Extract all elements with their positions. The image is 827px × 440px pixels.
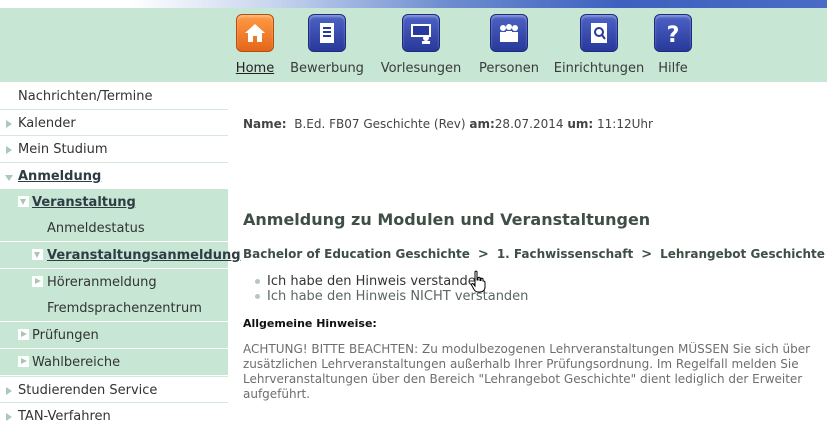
- expand-right-icon: [18, 329, 29, 340]
- time-value: 11:12Uhr: [597, 117, 653, 131]
- sidebar-item-nachrichten[interactable]: Nachrichten/Termine: [0, 83, 228, 109]
- sidebar-item-label[interactable]: Veranstaltung: [32, 195, 136, 210]
- sidebar-item-label[interactable]: Anmeldung: [18, 169, 101, 184]
- banner-graphic: [130, 0, 827, 8]
- sidebar-item-label[interactable]: Veranstaltungsanmeldung: [47, 248, 241, 263]
- triangle-right-icon: [6, 387, 12, 395]
- hinweise-heading: Allgemeine Hinweise:: [243, 317, 377, 330]
- sidebar-item-wahlbereiche[interactable]: Wahlbereiche: [0, 349, 228, 375]
- building-search-icon[interactable]: [580, 14, 618, 52]
- sidebar-item-label[interactable]: Nachrichten/Termine: [18, 89, 153, 104]
- sidebar-item-studierenden-service[interactable]: Studierenden Service: [0, 376, 228, 402]
- sidebar-item-kalender[interactable]: Kalender: [0, 109, 228, 135]
- hinweis-line: ACHTUNG! BITTE BEACHTEN: Zu modulbezogen…: [243, 342, 811, 356]
- sidebar-item-fremdsprachenzentrum[interactable]: Fremdsprachenzentrum: [0, 295, 228, 321]
- triangle-right-icon: [6, 413, 12, 421]
- sidebar-item-label[interactable]: Fremdsprachenzentrum: [47, 301, 202, 316]
- hinweis-line: aufgeführt.: [243, 387, 311, 401]
- um-label: um:: [567, 117, 594, 131]
- nav-einrichtungen[interactable]: Einrichtungen: [552, 8, 646, 82]
- lecture-icon[interactable]: [402, 14, 440, 52]
- breadcrumb-separator: >: [477, 247, 489, 262]
- date-value: 28.07.2014: [494, 117, 564, 131]
- nav-bewerbung-label[interactable]: Bewerbung: [288, 61, 366, 76]
- nav-personen-label[interactable]: Personen: [474, 61, 544, 76]
- option-not-understood-label[interactable]: Ich habe den Hinweis NICHT verstanden: [267, 289, 528, 304]
- sidebar-item-label[interactable]: Studierenden Service: [18, 383, 157, 398]
- nav-einrichtungen-label[interactable]: Einrichtungen: [552, 61, 646, 76]
- sidebar-item-veranstaltung[interactable]: Veranstaltung: [0, 189, 228, 215]
- sidebar-item-mein-studium[interactable]: Mein Studium: [0, 135, 228, 161]
- sidebar-item-veranstaltungsanmeldung[interactable]: Veranstaltungsanmeldung: [0, 242, 241, 268]
- sidebar-item-anmeldung[interactable]: Anmeldung: [0, 162, 228, 188]
- home-icon[interactable]: [236, 14, 274, 52]
- hinweis-line: zusätzlichen Lehrveranstaltungen außerha…: [243, 357, 799, 371]
- name-value: B.Ed. FB07 Geschichte (Rev): [294, 117, 466, 131]
- triangle-right-icon: [6, 146, 12, 154]
- hinweise-text: ACHTUNG! BITTE BEACHTEN: Zu modulbezogen…: [243, 342, 827, 402]
- nav-hilfe-label[interactable]: Hilfe: [650, 61, 696, 76]
- sidebar-item-label[interactable]: Prüfungen: [32, 328, 99, 343]
- breadcrumb-item[interactable]: Bachelor of Education Geschichte: [243, 247, 470, 261]
- sidebar-item-label[interactable]: Mein Studium: [18, 142, 108, 157]
- option-not-understood[interactable]: Ich habe den Hinweis NICHT verstanden: [255, 289, 528, 304]
- nav-home-label[interactable]: Home: [230, 61, 280, 76]
- sidebar-item-label[interactable]: Kalender: [18, 116, 76, 131]
- bullet-icon: [255, 294, 260, 299]
- hinweis-line: Lehrveranstaltungen über den Bereich "Le…: [243, 372, 803, 386]
- header-nav: Home Bewerbung Vorlesungen Personen Einr…: [0, 8, 827, 82]
- nav-hilfe[interactable]: ? Hilfe: [650, 8, 696, 82]
- sidebar-item-pruefungen[interactable]: Prüfungen: [0, 322, 228, 348]
- option-understood-label[interactable]: Ich habe den Hinweis verstanden: [267, 274, 484, 289]
- expand-down-icon: [32, 249, 43, 260]
- sidebar-item-tan-verfahren[interactable]: TAN-Verfahren: [0, 402, 228, 428]
- nav-vorlesungen-label[interactable]: Vorlesungen: [378, 61, 464, 76]
- nav-vorlesungen[interactable]: Vorlesungen: [378, 8, 464, 82]
- sidebar-item-label[interactable]: Höreranmeldung: [47, 275, 157, 290]
- document-icon[interactable]: [308, 14, 346, 52]
- svg-text:?: ?: [667, 23, 680, 46]
- sidebar-item-label[interactable]: Wahlbereiche: [32, 355, 120, 370]
- people-icon[interactable]: [490, 14, 528, 52]
- sidebar-item-anmeldestatus[interactable]: Anmeldestatus: [0, 215, 228, 241]
- help-icon[interactable]: ?: [654, 14, 692, 52]
- expand-right-icon: [32, 276, 43, 287]
- name-label: Name:: [243, 117, 287, 131]
- expand-right-icon: [18, 356, 29, 367]
- user-info: Name: B.Ed. FB07 Geschichte (Rev) am:28.…: [243, 117, 653, 131]
- expand-down-icon: [18, 196, 29, 207]
- breadcrumb: Bachelor of Education Geschichte >1. Fach…: [243, 247, 825, 262]
- triangle-right-icon: [6, 120, 12, 128]
- breadcrumb-separator: >: [641, 247, 653, 262]
- nav-bewerbung[interactable]: Bewerbung: [288, 8, 366, 82]
- hand-cursor-icon: [470, 270, 486, 298]
- sidebar-item-label[interactable]: TAN-Verfahren: [18, 409, 111, 424]
- bullet-icon: [255, 279, 260, 284]
- sidebar-item-hoereranmeldung[interactable]: Höreranmeldung: [0, 269, 228, 295]
- sidebar-item-label[interactable]: Anmeldestatus: [47, 221, 145, 236]
- triangle-down-icon: [5, 175, 13, 181]
- breadcrumb-item[interactable]: Lehrangebot Geschichte: [660, 247, 825, 261]
- nav-home[interactable]: Home: [230, 8, 280, 82]
- confirmation-options: Ich habe den Hinweis verstanden Ich habe…: [255, 274, 528, 304]
- page-title: Anmeldung zu Modulen und Veranstaltungen: [243, 210, 651, 229]
- top-banner: [0, 0, 827, 8]
- option-understood[interactable]: Ich habe den Hinweis verstanden: [255, 274, 528, 289]
- nav-personen[interactable]: Personen: [474, 8, 544, 82]
- am-label: am:: [469, 117, 495, 131]
- breadcrumb-item[interactable]: 1. Fachwissenschaft: [497, 247, 633, 261]
